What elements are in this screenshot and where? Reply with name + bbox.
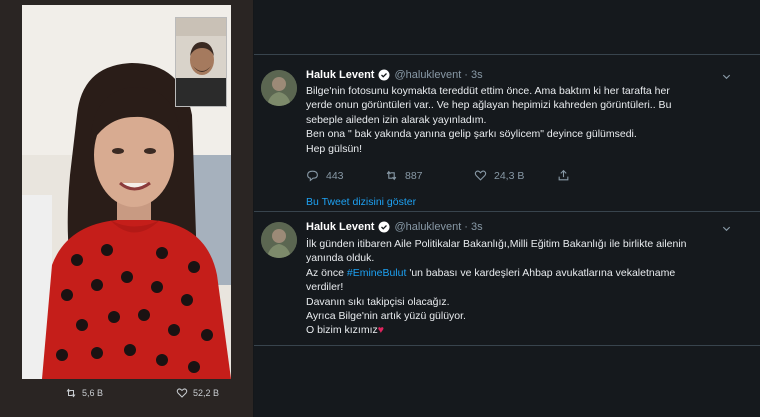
like-count: 24,3 B (494, 169, 525, 182)
text-segment: 'un babası ve kardeşleri Ahbap avukatlar… (406, 266, 676, 279)
tweet-line: İlk günden itibaren Aile Politikalar Bak… (306, 238, 687, 250)
chevron-down-icon[interactable] (721, 71, 732, 82)
tweet-line: sebeple aileden izin alarak yayınladım. (306, 113, 487, 126)
tweet-text: İlk günden itibaren Aile Politikalar Bak… (306, 237, 746, 338)
tweet-line: O bizim kızımız♥ (306, 323, 746, 337)
hashtag-link[interactable]: #EmineBulut (347, 267, 407, 279)
text-segment: O bizim kızımız (306, 324, 378, 337)
tweet-line: Ayrıca Bilge'nin artık yüzü gülüyor. (306, 310, 466, 323)
tweet-header: Haluk Levent @haluklevent · 3s (306, 221, 483, 233)
avatar-image (261, 70, 297, 106)
inset-caller-video (175, 17, 227, 107)
video-call-photo[interactable] (22, 5, 231, 379)
tweet-line: Bilge'nin fotosunu koymakta tereddüt ett… (306, 85, 670, 97)
reply-count: 443 (326, 169, 344, 182)
verified-badge-icon (378, 69, 390, 81)
red-heart-emoji: ♥ (377, 324, 384, 337)
tweet-line: Hep gülsün! (306, 142, 363, 155)
photo-like-action[interactable]: 52,2 B (176, 387, 219, 399)
author-handle[interactable]: @haluklevent (394, 69, 461, 81)
photo-card: 5,6 B 52,2 B (0, 0, 253, 417)
feed-top-divider (254, 54, 760, 55)
tweet-line: Ben ona " bak yakında yanına gelip şarkı… (306, 128, 637, 141)
text-segment: Az önce (306, 266, 347, 279)
heart-outline-icon (474, 170, 487, 181)
share-action[interactable] (557, 169, 570, 182)
verified-badge-icon (378, 221, 390, 233)
caller-photo-illustration (176, 18, 226, 106)
like-action[interactable]: 24,3 B (474, 169, 557, 182)
share-icon (558, 169, 569, 181)
tweet-line: verdiler! (306, 281, 344, 294)
heart-outline-icon (176, 388, 188, 398)
tweet-line: Davanın sıkı takipçisi olacağız. (306, 295, 450, 308)
author-name[interactable]: Haluk Levent (306, 69, 374, 81)
tweet-actions: 443 887 24,3 B (306, 169, 570, 182)
tweet-line: yanında olduk. (306, 252, 375, 265)
retweet-icon (386, 170, 397, 181)
avatar-image (261, 222, 297, 258)
tweet-text: Bilge'nin fotosunu koymakta tereddüt ett… (306, 84, 746, 156)
show-thread-link[interactable]: Bu Tweet dizisini göster (306, 196, 416, 208)
photo-like-count: 52,2 B (193, 388, 220, 398)
avatar[interactable] (261, 222, 297, 258)
tweet-divider (254, 211, 760, 212)
photo-retweet-action[interactable]: 5,6 B (65, 387, 103, 399)
tweet-line: Az önce #EmineBulut 'un babası ve kardeş… (306, 266, 746, 280)
tweet-feed: Haluk Levent @haluklevent · 3s Bilge'nin… (254, 0, 760, 417)
reply-icon (307, 170, 318, 182)
tweet-header: Haluk Levent @haluklevent · 3s (306, 69, 483, 81)
photo-actions: 5,6 B 52,2 B (0, 383, 253, 403)
separator-dot: · (464, 69, 468, 81)
avatar[interactable] (261, 70, 297, 106)
chevron-down-icon[interactable] (721, 223, 732, 234)
tweet-line: yerde onun görüntüleri var.. Ve hep ağla… (306, 99, 672, 112)
reply-action[interactable]: 443 (306, 169, 385, 182)
retweet-action[interactable]: 887 (385, 169, 474, 182)
separator-dot: · (464, 221, 468, 233)
author-name[interactable]: Haluk Levent (306, 221, 374, 233)
tweet-time[interactable]: 3s (471, 221, 483, 233)
author-handle[interactable]: @haluklevent (394, 221, 461, 233)
photo-retweet-count: 5,6 B (82, 388, 104, 398)
retweet-icon (66, 388, 76, 398)
tweet-divider (254, 345, 760, 346)
tweet-time[interactable]: 3s (471, 69, 483, 81)
retweet-count: 887 (405, 169, 423, 182)
